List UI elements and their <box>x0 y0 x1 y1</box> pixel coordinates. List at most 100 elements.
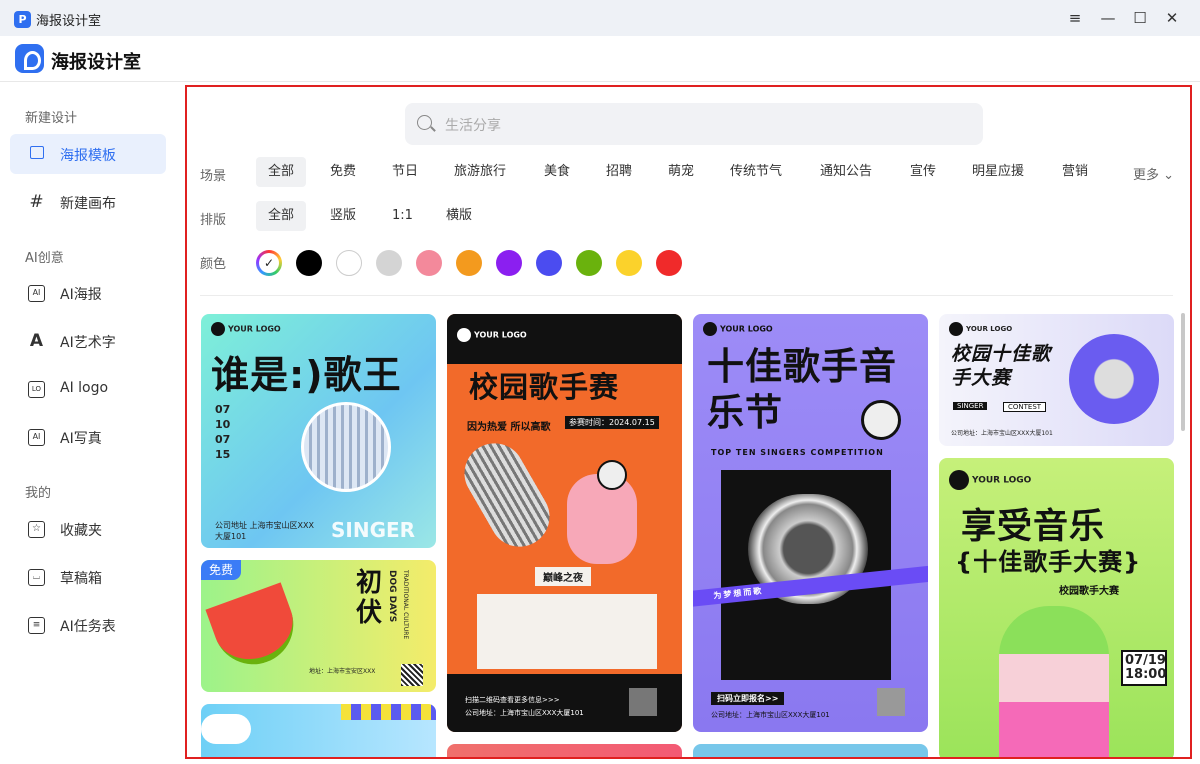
template-card[interactable]: YOUR LOGO 校园十佳歌手大赛 SINGER CONTEST 公司地址：上… <box>939 314 1174 446</box>
swatch-purple[interactable] <box>496 250 522 276</box>
search-input[interactable]: 生活分享 <box>445 115 501 135</box>
minimize-icon[interactable]: — <box>1093 6 1123 30</box>
qr-code <box>629 688 657 716</box>
close-icon[interactable]: ✕ <box>1157 6 1187 30</box>
search-bar[interactable]: 生活分享 <box>405 103 983 145</box>
card-logo: YOUR LOGO <box>211 322 281 336</box>
app-name: 海报设计室 <box>51 52 141 73</box>
card-subtitle: 因为热爱 所以高歌 <box>467 422 551 433</box>
ai-text-icon: A <box>29 331 44 351</box>
chip-layout-vertical[interactable]: 竖版 <box>318 201 368 231</box>
swatch-yellow[interactable] <box>616 250 642 276</box>
section-new-design: 新建设计 <box>25 111 78 126</box>
card-logo: YOUR LOGO <box>457 328 527 342</box>
swatch-orange[interactable] <box>456 250 482 276</box>
template-card[interactable]: YOUR LOGO 校园歌手赛 因为热爱 所以高歌 参赛时间：2024.07.1… <box>447 314 682 732</box>
sidebar-item-ai-photo[interactable]: AI AI写真 <box>10 417 166 457</box>
sidebar-item-ai-text[interactable]: A AI艺术字 <box>10 321 166 361</box>
card-title: 校园十佳歌手大赛 <box>951 343 1052 389</box>
chip-scene-fan-support[interactable]: 明星应援 <box>960 157 1036 187</box>
card-tag: SINGER <box>331 518 416 542</box>
card-footer: 公司地址：上海市宝山区XXX大厦101 <box>951 430 1053 437</box>
sidebar-item-poster-templates[interactable]: 海报模板 <box>10 134 166 174</box>
card-date: 参赛时间：2024.07.15 <box>565 416 659 429</box>
window-title: 海报设计室 <box>36 14 102 29</box>
more-label: 更多 <box>1133 168 1160 183</box>
chip-scene-pets[interactable]: 萌宠 <box>656 157 706 187</box>
template-card[interactable] <box>447 744 682 757</box>
chip-scene-food[interactable]: 美食 <box>532 157 582 187</box>
ai-poster-icon: AI <box>28 285 45 302</box>
scrollbar[interactable] <box>1181 313 1185 431</box>
maximize-icon[interactable]: ☐ <box>1125 6 1155 30</box>
chip-layout-horizontal[interactable]: 横版 <box>434 201 484 231</box>
card-logo: YOUR LOGO <box>949 322 1012 336</box>
sidebar-item-ai-tasks[interactable]: ≡ AI任务表 <box>10 605 166 645</box>
sidebar-item-drafts[interactable]: ⌴ 草稿箱 <box>10 557 166 597</box>
swatch-black[interactable] <box>296 250 322 276</box>
template-card[interactable]: 免费 初伏 DOG DAYS TRADITIONAL CULTURE 地址：上海… <box>201 560 436 692</box>
title-bar: P 海报设计室 ≡ — ☐ ✕ <box>0 0 1200 36</box>
template-card[interactable] <box>201 704 436 757</box>
chip-scene-solar-terms[interactable]: 传统节气 <box>718 157 794 187</box>
card-cta: 扫码立即报名>> <box>711 692 785 705</box>
more-filters-button[interactable]: 更多 ⌄ <box>1133 164 1174 183</box>
filter-layout-label: 排版 <box>200 213 227 228</box>
chip-scene-recruit[interactable]: 招聘 <box>594 157 644 187</box>
sidebar-item-label: AI海报 <box>60 287 102 303</box>
chip-scene-travel[interactable]: 旅游旅行 <box>442 157 518 187</box>
ai-logo-icon: LO <box>28 381 45 398</box>
hand-illustration <box>567 474 637 564</box>
card-title: 谁是:)歌王 <box>211 353 402 397</box>
sidebar-item-ai-poster[interactable]: AI AI海报 <box>10 273 166 313</box>
checker-decoration <box>341 704 436 720</box>
chip-scene-holiday[interactable]: 节日 <box>380 157 430 187</box>
template-card[interactable]: YOUR LOGO 享受音乐 {十佳歌手大赛} 校园歌手大赛 07/19 18:… <box>939 458 1174 757</box>
swatch-green[interactable] <box>576 250 602 276</box>
swatch-pink[interactable] <box>416 250 442 276</box>
sidebar-item-favorites[interactable]: ☆ 收藏夹 <box>10 509 166 549</box>
template-card[interactable]: YOUR LOGO 十佳歌手音乐节 TOP TEN SINGERS COMPET… <box>693 314 928 732</box>
card-midtitle: 巅峰之夜 <box>535 567 591 586</box>
swatch-white[interactable] <box>336 250 362 276</box>
microphone-icon <box>1069 334 1159 424</box>
card-qr-hint: 扫描二维码查看更多信息>>> <box>465 696 560 704</box>
sidebar-item-label: 新建画布 <box>60 196 116 212</box>
inbox-icon: ⌴ <box>28 569 45 586</box>
ai-photo-icon: AI <box>28 429 45 446</box>
card-footer: 公司地址：上海市宝山区XXX大厦101 <box>465 709 584 717</box>
card-subtitle: TRADITIONAL CULTURE <box>402 570 409 640</box>
sidebar-item-label: AI写真 <box>60 431 102 447</box>
chip-scene-notice[interactable]: 通知公告 <box>808 157 884 187</box>
app-logo-icon <box>15 44 44 73</box>
qr-code <box>401 664 423 686</box>
chip-scene-promotion[interactable]: 宣传 <box>898 157 948 187</box>
chip-scene-marketing[interactable]: 营销 <box>1050 157 1100 187</box>
filter-color-label: 颜色 <box>200 257 227 272</box>
swatch-gray[interactable] <box>376 250 402 276</box>
poster-icon <box>28 146 45 163</box>
card-tag: SINGER <box>953 402 988 410</box>
qr-code <box>877 688 905 716</box>
chevron-down-icon: ⌄ <box>1163 168 1175 183</box>
chip-layout-square[interactable]: 1:1 <box>380 201 425 231</box>
template-card[interactable] <box>693 744 928 757</box>
swatch-red[interactable] <box>656 250 682 276</box>
sidebar-item-label: AI艺术字 <box>60 335 116 351</box>
swatch-blue[interactable] <box>536 250 562 276</box>
menu-icon[interactable]: ≡ <box>1060 6 1090 30</box>
smiley-icon <box>597 460 627 490</box>
search-icon <box>417 115 432 130</box>
template-card[interactable]: YOUR LOGO 谁是:)歌王 07 10 07 15 SINGER 公司地址… <box>201 314 436 548</box>
sidebar-item-label: 海报模板 <box>60 148 116 164</box>
sidebar-item-new-canvas[interactable]: # 新建画布 <box>10 182 166 222</box>
sidebar-item-ai-logo[interactable]: LO AI logo <box>10 369 166 409</box>
card-midtitle: 校园歌手大赛 <box>1059 586 1119 597</box>
chip-scene-all[interactable]: 全部 <box>256 157 307 187</box>
character-illustration <box>999 606 1109 757</box>
swatch-all-colors[interactable]: ✓ <box>256 250 282 276</box>
chip-layout-all[interactable]: 全部 <box>256 201 307 231</box>
sidebar-item-label: 收藏夹 <box>60 523 102 539</box>
chip-scene-free[interactable]: 免费 <box>318 157 368 187</box>
watermelon-icon <box>205 582 305 676</box>
